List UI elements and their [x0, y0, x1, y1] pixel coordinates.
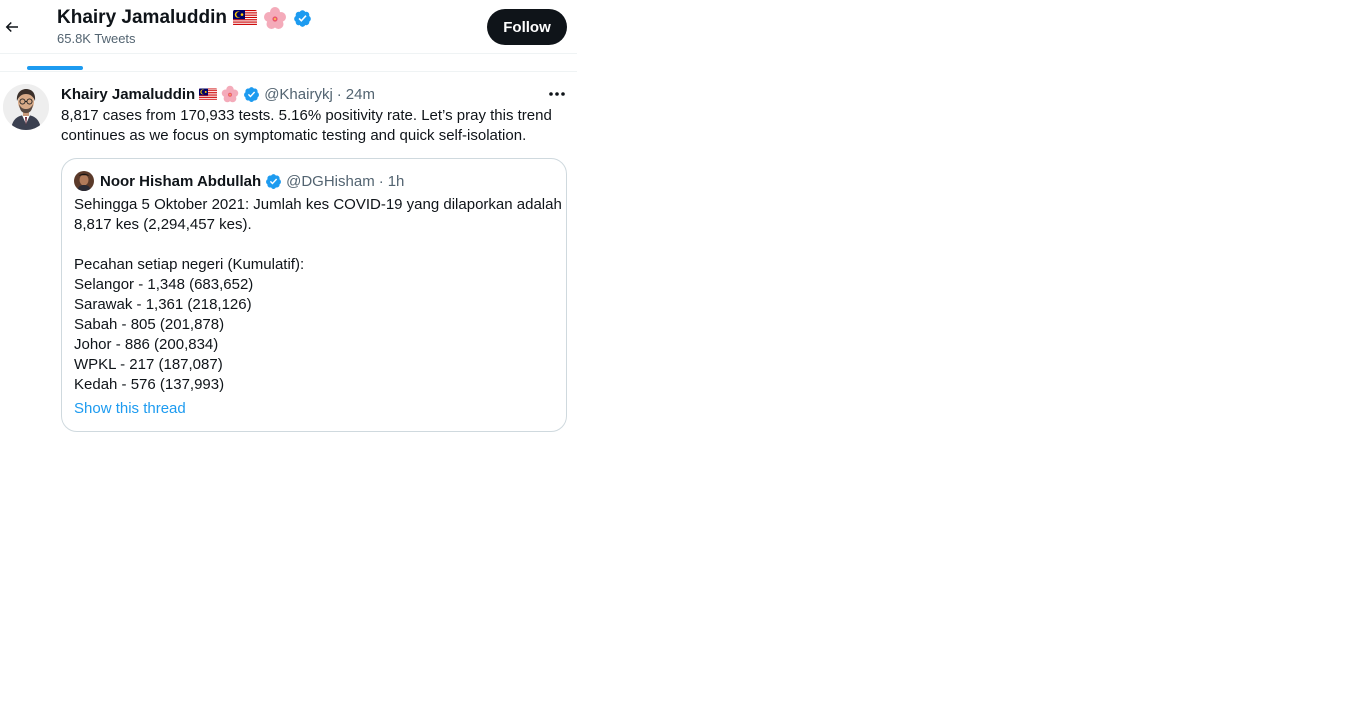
quoted-author-name: Noor Hisham Abdullah	[100, 172, 262, 190]
more-options-button[interactable]	[546, 84, 568, 104]
tab-strip	[0, 54, 577, 72]
tweet-time[interactable]: 24m	[346, 86, 375, 103]
avatar	[74, 171, 94, 191]
avatar[interactable]	[3, 84, 49, 130]
quoted-text-line	[74, 235, 558, 255]
separator-dot: ·	[378, 172, 384, 190]
malaysia-flag-icon	[199, 88, 218, 101]
quoted-text-line: WPKL - 217 (187,087)	[74, 356, 223, 373]
profile-column: Khairy Jamaluddin 65.8K Tweets Follow Kh…	[0, 0, 577, 728]
verified-badge-icon	[293, 9, 312, 28]
active-tab-indicator	[27, 66, 83, 70]
tweet-text: 8,817 cases from 170,933 tests. 5.16% po…	[61, 107, 552, 144]
follow-button[interactable]: Follow	[487, 9, 567, 45]
verified-badge-icon	[243, 86, 260, 103]
separator-dot: ·	[336, 85, 342, 103]
more-horizontal-icon	[549, 92, 565, 96]
quoted-text-line: Sabah - 805 (201,878)	[74, 316, 225, 333]
quoted-handle: @DGHisham	[286, 172, 375, 190]
hibiscus-icon	[221, 85, 239, 103]
quoted-text-line: Sehingga 5 Oktober 2021: Jumlah kes COVI…	[74, 196, 562, 213]
header-name-row: Khairy Jamaluddin	[57, 4, 312, 32]
quoted-text-line: Kedah - 576 (137,993)	[74, 376, 225, 393]
quoted-tweet[interactable]: Noor Hisham Abdullah @DGHisham · 1h Sehi…	[61, 158, 567, 432]
quoted-tweet-header: Noor Hisham Abdullah @DGHisham · 1h	[74, 171, 404, 191]
quoted-time: 1h	[387, 172, 405, 190]
quoted-text-line: Sarawak - 1,361 (218,126)	[74, 296, 252, 313]
malaysia-flag-icon	[233, 10, 257, 26]
profile-name: Khairy Jamaluddin	[57, 7, 227, 28]
profile-header: Khairy Jamaluddin 65.8K Tweets Follow	[0, 0, 577, 54]
tweet-handle[interactable]: @Khairykj	[264, 86, 333, 103]
tweet-count: 65.8K Tweets	[57, 31, 136, 46]
quoted-text-line: Selangor - 1,348 (683,652)	[74, 276, 254, 293]
tweet-header: Khairy Jamaluddin @Khairykj · 24m	[61, 84, 375, 104]
quoted-text-line: Pecahan setiap negeri (Kumulatif):	[74, 256, 305, 273]
quoted-text-line: Johor - 886 (200,834)	[74, 336, 219, 353]
tweet-author-name[interactable]: Khairy Jamaluddin	[61, 86, 195, 103]
arrow-left-icon	[5, 21, 18, 33]
verified-badge-icon	[265, 173, 282, 190]
show-thread-link[interactable]: Show this thread	[74, 399, 186, 419]
hibiscus-icon	[263, 6, 287, 30]
quoted-text-line: 8,817 kes (2,294,457 kes).	[74, 216, 252, 233]
back-button[interactable]	[0, 9, 24, 45]
quoted-tweet-text: Sehingga 5 Oktober 2021: Jumlah kes COVI…	[74, 195, 562, 395]
